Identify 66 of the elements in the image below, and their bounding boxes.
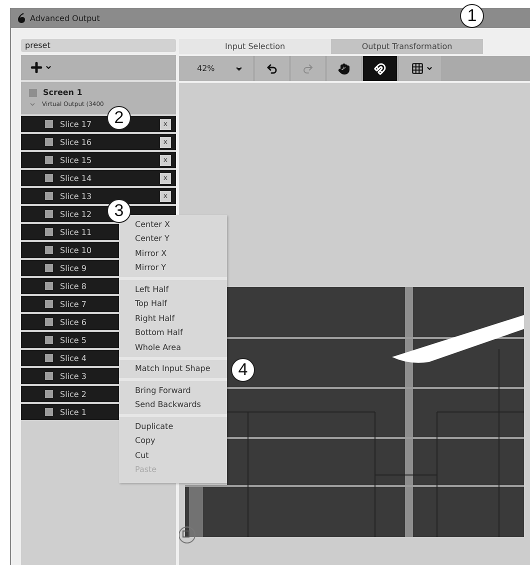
- slice-checkbox[interactable]: [45, 354, 53, 362]
- expand-icon[interactable]: [29, 101, 36, 108]
- grid-icon: [410, 62, 424, 75]
- slice-checkbox[interactable]: [45, 408, 53, 416]
- callout-number: 1: [460, 4, 484, 28]
- magnet-button[interactable]: [362, 56, 397, 81]
- zoom-dropdown[interactable]: 42%: [179, 56, 253, 81]
- undo-icon: [266, 62, 278, 74]
- add-icon[interactable]: [29, 60, 44, 75]
- slice-name: Slice 13: [60, 192, 92, 200]
- slice-name: Slice 10: [60, 246, 92, 254]
- screen-checkbox[interactable]: [29, 88, 37, 96]
- slice-name: Slice 12: [60, 210, 92, 218]
- menu-item[interactable]: Top Half: [135, 296, 167, 311]
- menu-item[interactable]: Left Half: [135, 282, 169, 296]
- slice-checkbox[interactable]: [45, 390, 53, 398]
- caret-icon: [45, 64, 52, 71]
- slice-name: Slice 17: [60, 120, 92, 128]
- slice-checkbox[interactable]: [45, 210, 53, 218]
- caret-icon: [234, 64, 243, 72]
- redo-icon: [302, 62, 314, 74]
- slice-name: Slice 8: [60, 282, 86, 290]
- hand-icon: [338, 62, 350, 74]
- menu-item[interactable]: Mirror X: [135, 246, 167, 260]
- slice-checkbox[interactable]: [45, 336, 53, 344]
- slice-checkbox[interactable]: [45, 300, 53, 308]
- tab[interactable]: Output Transformation: [331, 39, 483, 54]
- slice-name: Slice 14: [60, 174, 92, 182]
- slice-name: Slice 3: [60, 372, 86, 380]
- slice-name: Slice 4: [60, 354, 86, 362]
- slice-name: Slice 2: [60, 390, 86, 398]
- slice-corner-drawing: [179, 485, 227, 545]
- slice-checkbox[interactable]: [45, 156, 53, 164]
- menu-item[interactable]: Copy: [135, 434, 156, 448]
- menu-item[interactable]: Cut: [135, 448, 149, 462]
- slice-checkbox[interactable]: [45, 192, 53, 200]
- slice-name: Slice 6: [60, 318, 86, 326]
- magnet-icon: [374, 62, 386, 74]
- slice-checkbox[interactable]: [45, 246, 53, 254]
- slice-checkbox[interactable]: [45, 264, 53, 272]
- app-logo-icon: [17, 13, 26, 23]
- preset-field[interactable]: preset: [21, 39, 176, 52]
- slice-checkbox[interactable]: [45, 120, 53, 128]
- slice-name: Slice 15: [60, 156, 92, 164]
- slice-name: Slice 9: [60, 264, 86, 272]
- window-title: Advanced Output: [30, 14, 100, 22]
- slice-name: Slice 11: [60, 228, 92, 236]
- caret-icon: [426, 65, 433, 72]
- slice-checkbox[interactable]: [45, 282, 53, 290]
- slice-checkbox[interactable]: [45, 138, 53, 146]
- slice-checkbox[interactable]: [45, 372, 53, 380]
- slice-name: Slice 1: [60, 408, 86, 416]
- screen-name: Screen 1: [43, 88, 82, 97]
- grid-button[interactable]: [398, 56, 441, 81]
- slice-checkbox[interactable]: [45, 228, 53, 236]
- slice-name: Slice 16: [60, 138, 92, 146]
- slice-name: Slice 5: [60, 336, 86, 344]
- undo-button[interactable]: [254, 56, 289, 81]
- menu-item[interactable]: Mirror Y: [135, 260, 166, 275]
- tab[interactable]: Input Selection: [179, 39, 331, 54]
- hand-button[interactable]: [326, 56, 361, 81]
- slice-name: Slice 7: [60, 300, 86, 308]
- slice-checkbox[interactable]: [45, 318, 53, 326]
- menu-item[interactable]: Right Half: [135, 311, 175, 326]
- slice-checkbox[interactable]: [45, 174, 53, 182]
- menu-item[interactable]: Duplicate: [135, 419, 174, 434]
